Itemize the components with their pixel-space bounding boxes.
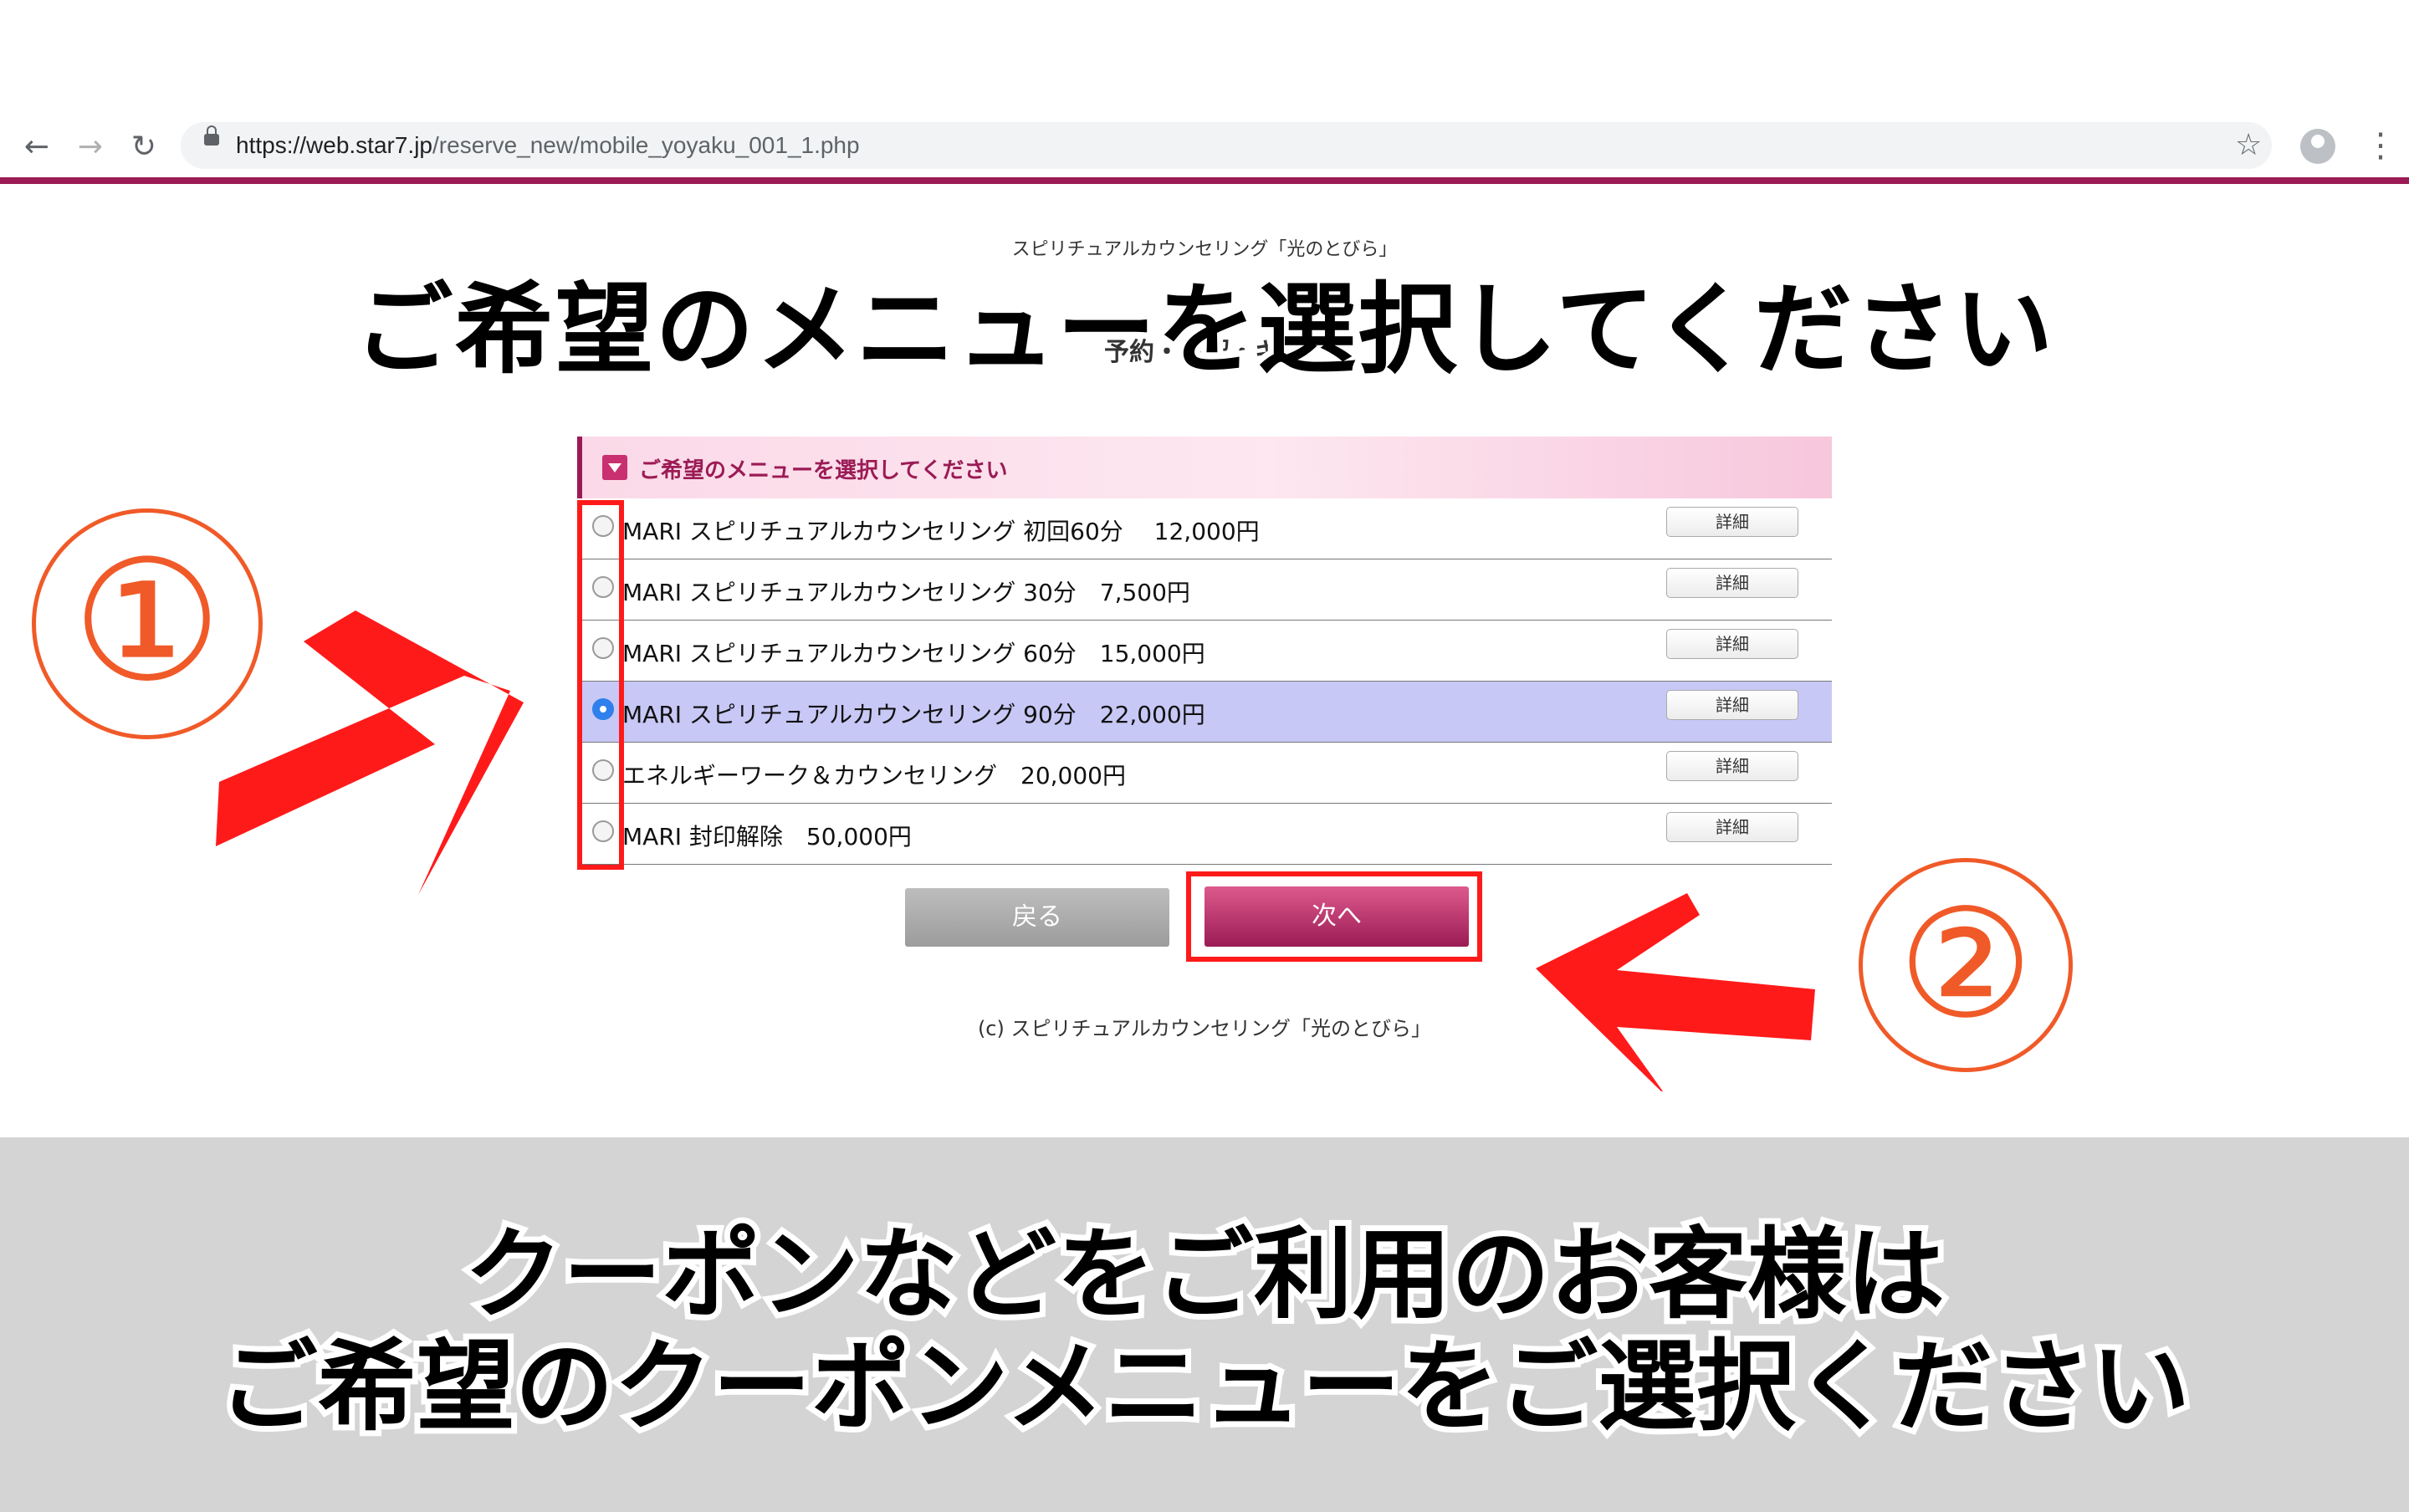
arrow-right-annotation-icon	[216, 610, 524, 895]
bottom-notice-line-2: ご希望のクーポンメニューをご選択ください	[213, 1323, 2196, 1450]
page: ← → ↻ https://web.star7.jp/reserve_new/m…	[0, 0, 2409, 1512]
arrow-left-annotation-icon	[1536, 893, 1815, 1091]
